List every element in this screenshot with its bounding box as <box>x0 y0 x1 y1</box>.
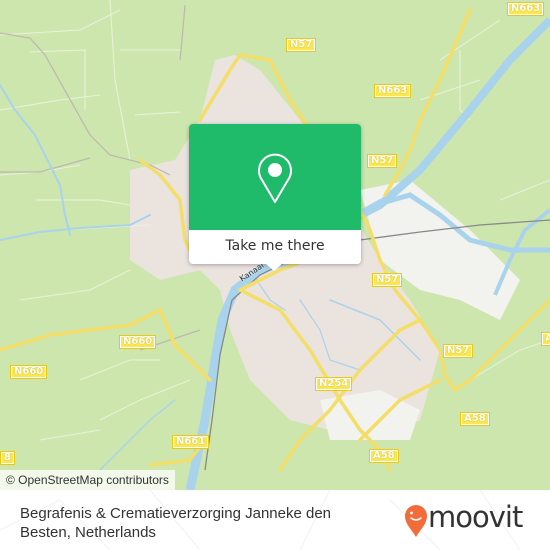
map[interactable]: N663 N57 N663 N57 N57 N57 N660 N660 N254… <box>0 0 550 490</box>
attribution-text: © OpenStreetMap contributors <box>6 473 169 487</box>
popup-tail <box>265 263 283 271</box>
road-label: N660 <box>10 365 48 379</box>
map-pin-icon <box>258 153 292 203</box>
road-label: N660 <box>119 335 157 349</box>
road-label: N57 <box>443 344 474 358</box>
road-label: N663 <box>374 84 412 98</box>
road-label: 8 <box>0 451 15 465</box>
moovit-wordmark: moovit <box>428 500 523 534</box>
road-label: A58 <box>460 412 490 426</box>
road-label: N661 <box>172 435 210 449</box>
popup-header <box>189 124 361 230</box>
map-attribution[interactable]: © OpenStreetMap contributors <box>0 470 175 490</box>
road-label: N57 <box>367 154 398 168</box>
location-popup: Take me there <box>189 124 361 271</box>
place-name: Begrafenis & Crematieverzorging Janneke … <box>20 505 332 541</box>
road-label: A58 <box>369 449 399 463</box>
take-me-there-button[interactable]: Take me there <box>189 230 361 264</box>
road-label: N663 <box>507 2 545 16</box>
footer: Begrafenis & Crematieverzorging Janneke … <box>0 490 550 550</box>
road-label: N57 <box>372 273 403 287</box>
moovit-pin-icon <box>405 505 427 537</box>
road-label: N254 <box>315 377 353 391</box>
road-label: A <box>541 332 550 346</box>
road-label: N57 <box>286 38 317 52</box>
